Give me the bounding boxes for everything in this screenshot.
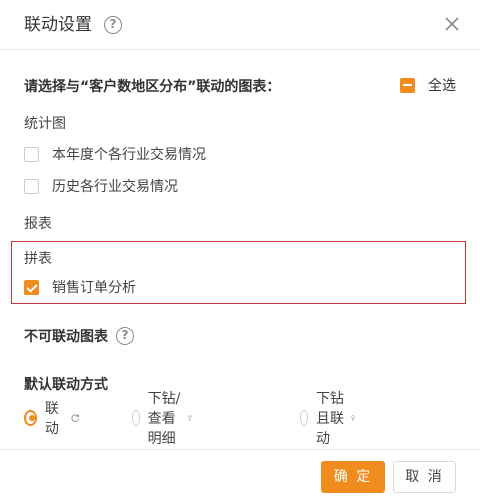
help-icon[interactable]: ? (104, 16, 122, 34)
selection-prompt: 请选择与“客户数地区分布”联动的图表： (24, 79, 281, 95)
link-cycle-icon (71, 414, 79, 422)
help-icon[interactable]: ? (116, 327, 134, 345)
link-mode-title: 默认联动方式 (24, 377, 108, 393)
checkbox[interactable] (24, 178, 39, 194)
radio-selected-icon[interactable] (24, 410, 37, 426)
drill-down-icon (187, 415, 193, 421)
stats-section-title: 统计图 (24, 116, 66, 132)
chart-option-label: 本年度个各行业交易情况 (52, 147, 206, 163)
chart-option-annual-industry[interactable]: 本年度个各行业交易情况 (24, 145, 206, 163)
radio-unselected-icon[interactable] (132, 410, 140, 426)
radio-label: 下钻且联动 (316, 391, 344, 447)
pinbiao-section-title: 拼表 (24, 251, 52, 267)
confirm-button[interactable]: 确 定 (321, 461, 385, 493)
checkbox[interactable] (24, 146, 39, 162)
radio-drill-down[interactable]: 下钻/查看明细 (132, 391, 193, 447)
chart-option-history-industry[interactable]: 历史各行业交易情况 (24, 177, 178, 195)
chart-option-label: 销售订单分析 (52, 280, 136, 296)
radio-unselected-icon[interactable] (300, 410, 308, 426)
radio-link[interactable]: 联动 (24, 401, 80, 437)
dialog-title: 联动设置 (24, 15, 92, 35)
cancel-button[interactable]: 取 消 (393, 461, 456, 493)
close-icon[interactable] (442, 14, 462, 34)
select-all-label: 全选 (428, 78, 456, 94)
select-all-checkbox[interactable]: 全选 (400, 76, 456, 94)
report-section-title: 报表 (24, 216, 52, 232)
radio-drill-link[interactable]: 下钻且联动 (300, 391, 356, 447)
radio-label: 下钻/查看明细 (147, 391, 181, 447)
chart-option-label: 历史各行业交易情况 (52, 179, 178, 195)
checked-checkbox[interactable] (24, 279, 39, 295)
radio-label: 联动 (44, 401, 59, 437)
chart-option-sales-order[interactable]: 销售订单分析 (24, 278, 136, 296)
linkage-settings-dialog: 联动设置 ? 请选择与“客户数地区分布”联动的图表： 全选 统计图 本年度个各行… (0, 0, 480, 499)
indeterminate-checkbox-icon[interactable] (400, 77, 415, 93)
drill-link-icon (351, 415, 355, 421)
non-linkable-title: 不可联动图表 (24, 329, 108, 345)
dialog-header: 联动设置 ? (0, 0, 480, 50)
